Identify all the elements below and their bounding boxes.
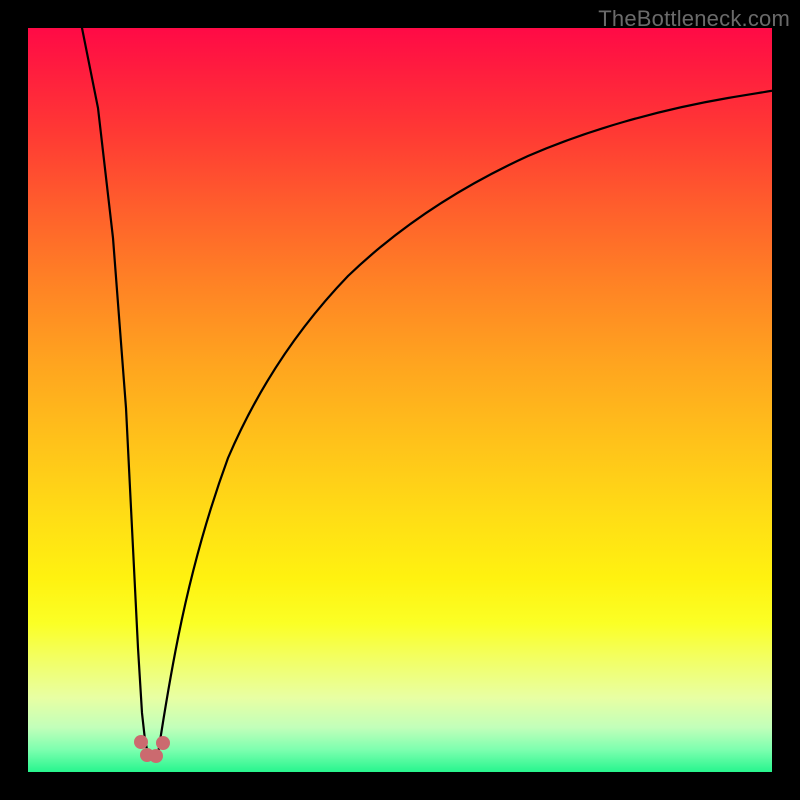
marker-dot	[149, 749, 163, 763]
curve-right-branch	[158, 88, 772, 754]
marker-dot	[134, 735, 148, 749]
curve-left-branch	[80, 28, 148, 754]
chart-frame: TheBottleneck.com	[0, 0, 800, 800]
marker-dot	[156, 736, 170, 750]
plot-area	[28, 28, 772, 772]
bottleneck-curve	[28, 28, 772, 772]
watermark-text: TheBottleneck.com	[598, 6, 790, 32]
